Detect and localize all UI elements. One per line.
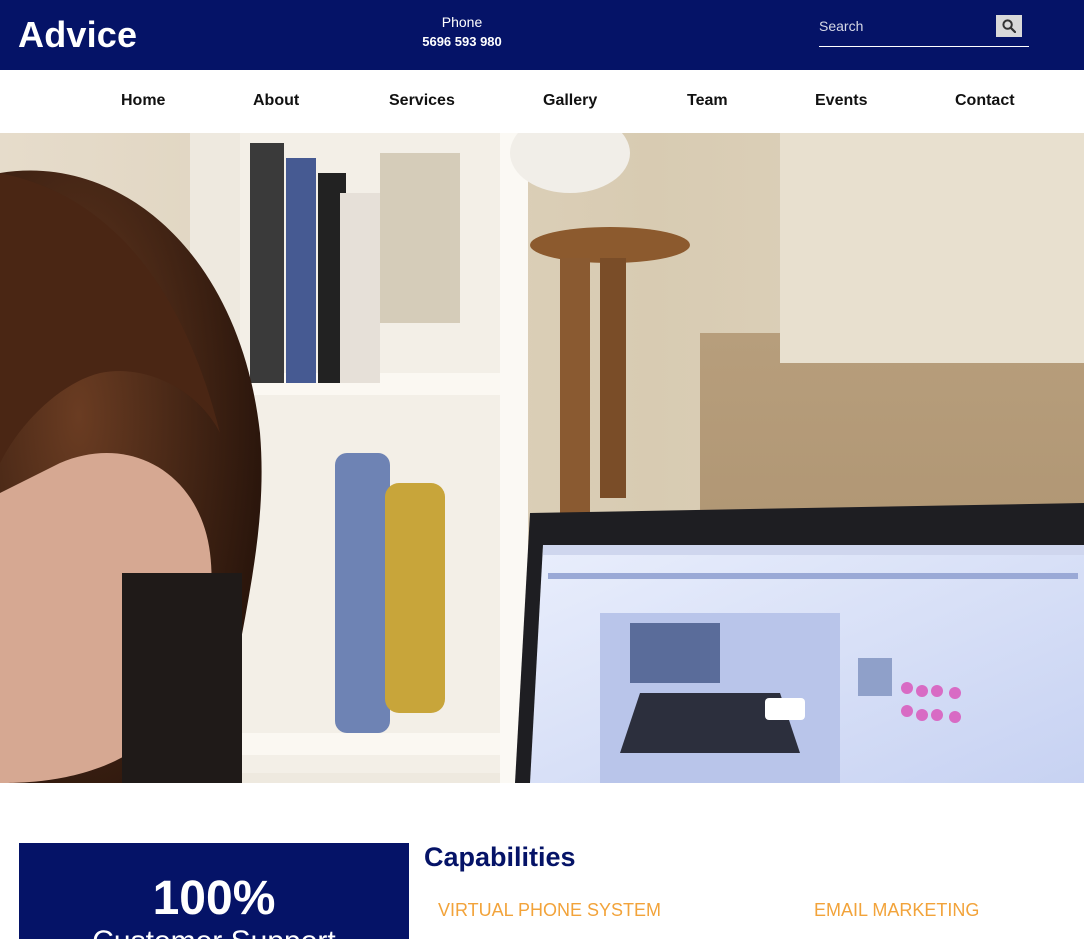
- nav-item-home[interactable]: Home: [121, 92, 165, 110]
- phone-label: Phone: [441, 14, 483, 30]
- nav-item-contact[interactable]: Contact: [955, 92, 1015, 110]
- customer-support-stat: 100% Customer Support: [19, 843, 409, 939]
- search-icon: [1002, 19, 1016, 33]
- nav-item-services[interactable]: Services: [389, 92, 455, 110]
- nav-item-gallery[interactable]: Gallery: [543, 92, 597, 110]
- main-nav: Home About Services Gallery Team Events …: [0, 70, 1084, 133]
- hero-image: [0, 133, 1084, 783]
- search-input[interactable]: [819, 14, 989, 38]
- top-header: Advice Phone 5696 593 980: [0, 0, 1084, 70]
- nav-item-team[interactable]: Team: [687, 92, 728, 110]
- phone-number[interactable]: 5696 593 980: [402, 32, 522, 52]
- nav-item-events[interactable]: Events: [815, 92, 867, 110]
- search-box: [819, 14, 1029, 47]
- capability-virtual-phone-system[interactable]: VIRTUAL PHONE SYSTEM: [438, 900, 661, 921]
- stat-value: 100%: [152, 872, 276, 925]
- capabilities-title: Capabilities: [424, 842, 576, 872]
- stat-label: Customer Support: [19, 925, 409, 939]
- site-logo[interactable]: Advice: [18, 14, 137, 56]
- phone-info: Phone 5696 593 980: [402, 14, 522, 52]
- nav-item-about[interactable]: About: [253, 92, 299, 110]
- capability-email-marketing[interactable]: EMAIL MARKETING: [814, 900, 979, 921]
- search-button[interactable]: [996, 15, 1022, 37]
- hero-photo: [0, 133, 1084, 783]
